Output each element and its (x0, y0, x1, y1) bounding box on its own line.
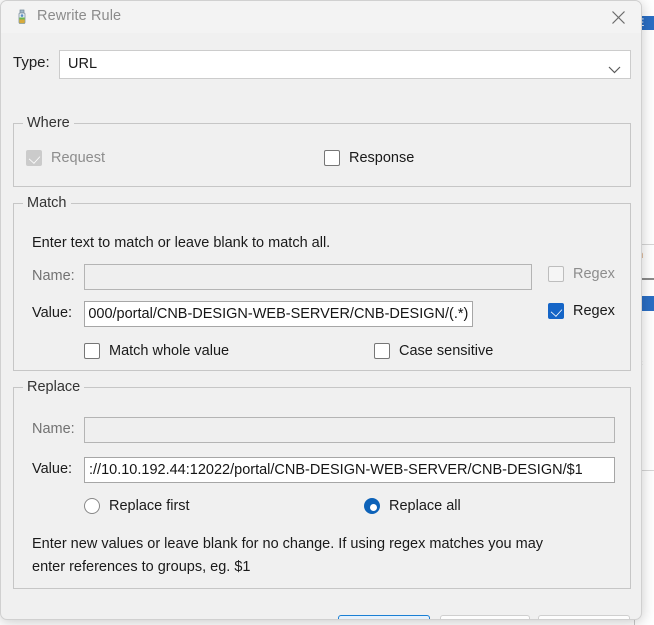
radio-replace-first-circle (84, 498, 100, 514)
checkbox-request-label: Request (51, 150, 106, 166)
match-hint: Enter text to match or leave blank to ma… (32, 235, 331, 251)
radio-replace-all[interactable]: Replace all (364, 498, 461, 514)
type-row: Type: URL (1, 50, 641, 80)
replace-value-input[interactable] (84, 457, 615, 483)
match-group: Match Enter text to match or leave blank… (13, 195, 631, 371)
checkbox-case-sensitive-label: Case sensitive (399, 343, 494, 359)
checkbox-match-name-regex-box (548, 266, 564, 282)
checkbox-match-value-regex-label: Regex (573, 303, 615, 319)
match-value-label: Value: (32, 305, 73, 321)
checkbox-request[interactable]: Request (26, 150, 105, 166)
checkbox-match-whole-value-box (84, 343, 100, 359)
checkbox-match-value-regex-box (548, 303, 564, 319)
match-name-input[interactable] (84, 264, 532, 290)
dialog-title: Rewrite Rule (37, 8, 122, 24)
replace-group: Replace Name: Value: Replace first Repla… (13, 379, 631, 589)
checkbox-match-whole-value-label: Match whole value (109, 343, 230, 359)
where-group: Where Request Response (13, 115, 631, 187)
check-icon (28, 152, 41, 164)
where-group-title: Where (23, 115, 74, 131)
type-combobox[interactable]: URL (59, 50, 631, 79)
replace-name-label: Name: (32, 421, 75, 437)
checkbox-case-sensitive-box (374, 343, 390, 359)
radio-replace-first[interactable]: Replace first (84, 498, 190, 514)
checkbox-request-box (26, 150, 42, 166)
checkbox-match-whole-value[interactable]: Match whole value (84, 343, 229, 359)
replace-group-title: Replace (23, 379, 85, 395)
checkbox-response-label: Response (349, 150, 415, 166)
replace-hint-line1: Enter new values or leave blank for no c… (32, 536, 544, 552)
radio-replace-first-label: Replace first (109, 498, 190, 514)
checkbox-case-sensitive[interactable]: Case sensitive (374, 343, 493, 359)
help-button[interactable]: Help (538, 615, 630, 619)
checkbox-match-value-regex[interactable]: Regex (548, 303, 615, 319)
match-group-title: Match (23, 195, 71, 211)
check-icon (550, 305, 563, 317)
checkbox-response[interactable]: Response (324, 150, 414, 166)
checkbox-match-name-regex[interactable]: Regex (548, 266, 615, 282)
cancel-button[interactable]: Cancel (440, 615, 530, 619)
charles-bottle-icon (14, 9, 30, 25)
replace-name-input[interactable] (84, 417, 615, 443)
replace-value-label: Value: (32, 461, 73, 477)
match-name-label: Name: (32, 268, 75, 284)
type-label: Type: (13, 54, 50, 71)
checkbox-response-box (324, 150, 340, 166)
radio-replace-all-circle (364, 498, 380, 514)
match-value-input[interactable] (84, 301, 473, 327)
checkbox-match-name-regex-label: Regex (573, 266, 615, 282)
radio-replace-all-label: Replace all (389, 498, 461, 514)
replace-hint-line2: enter references to groups, eg. $1 (32, 559, 251, 575)
chevron-down-icon (608, 61, 621, 79)
ok-button[interactable]: OK (338, 615, 430, 619)
type-combobox-value: URL (68, 56, 98, 72)
close-icon[interactable] (595, 1, 641, 33)
dialog-titlebar: Rewrite Rule (1, 1, 641, 33)
rewrite-rule-dialog: Rewrite Rule Type: URL Where Request Res… (0, 0, 642, 620)
